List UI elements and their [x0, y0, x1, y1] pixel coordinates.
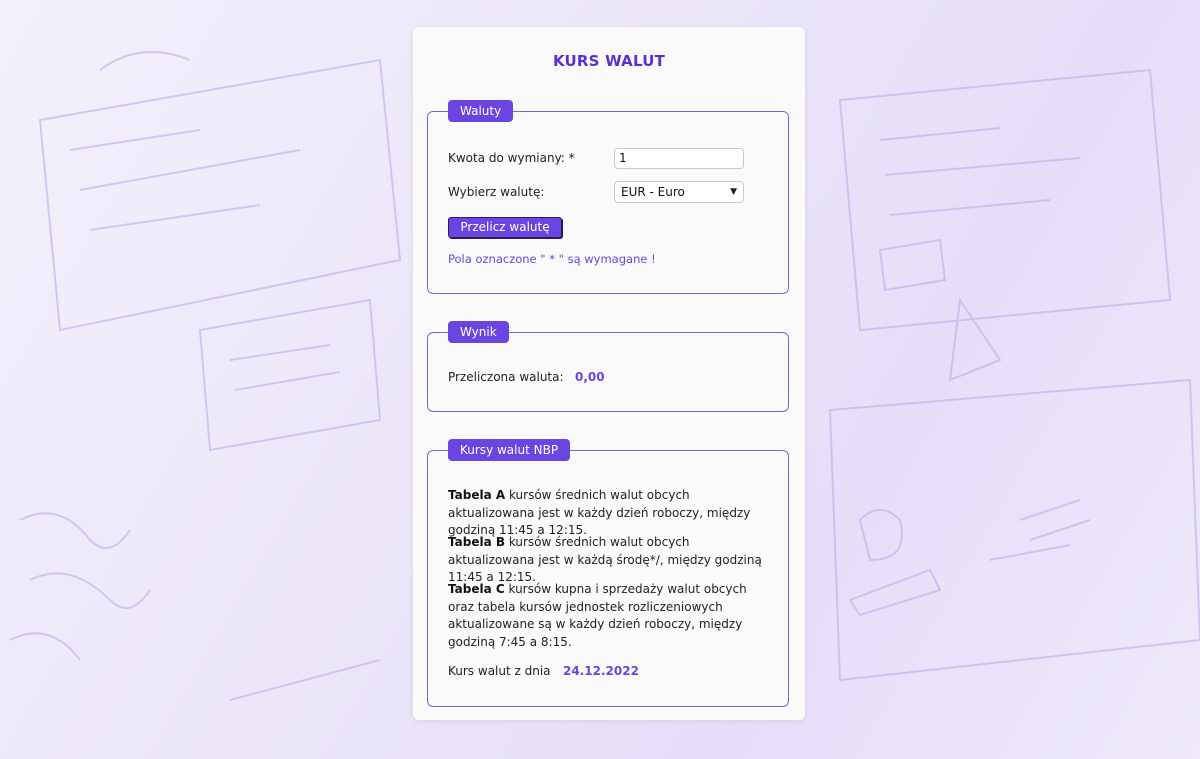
- nbp-rates-legend: Kursy walut NBP: [448, 439, 571, 461]
- convert-button[interactable]: Przelicz walutę: [448, 217, 562, 238]
- currency-select-value: EUR - Euro: [621, 185, 685, 199]
- rate-date-value: 24.12.2022: [563, 664, 639, 678]
- currencies-section: Waluty Kwota do wymiany: * 1 Wybierz wal…: [427, 100, 789, 294]
- result-label: Przeliczona waluta:: [448, 370, 564, 384]
- table-c-name: Tabela C: [448, 582, 505, 596]
- page-title: KURS WALUT: [552, 52, 666, 70]
- table-a-info: Tabela A kursów średnich walut obcych ak…: [448, 487, 773, 540]
- currencies-legend: Waluty: [448, 100, 514, 122]
- required-fields-note: Pola oznaczone " * " są wymagane !: [448, 252, 656, 266]
- currency-card: KURS WALUT Waluty Kwota do wymiany: * 1 …: [413, 27, 805, 720]
- currency-select[interactable]: EUR - Euro ▼: [614, 181, 744, 203]
- nbp-rates-section: Kursy walut NBP Tabela A kursów średnich…: [427, 439, 789, 707]
- table-b-name: Tabela B: [448, 535, 505, 549]
- amount-input[interactable]: 1: [614, 148, 744, 169]
- result-value: 0,00: [575, 370, 605, 384]
- result-section: Wynik Przeliczona waluta: 0,00: [427, 321, 789, 412]
- table-c-info: Tabela C kursów kupna i sprzedaży walut …: [448, 581, 773, 651]
- rate-date-label: Kurs walut z dnia: [448, 664, 551, 678]
- table-b-info: Tabela B kursów średnich walut obcych ak…: [448, 534, 773, 587]
- currency-label: Wybierz walutę:: [448, 185, 545, 199]
- table-a-name: Tabela A: [448, 488, 506, 502]
- result-legend: Wynik: [448, 321, 509, 343]
- chevron-down-icon: ▼: [730, 187, 737, 197]
- amount-label: Kwota do wymiany: *: [448, 151, 575, 165]
